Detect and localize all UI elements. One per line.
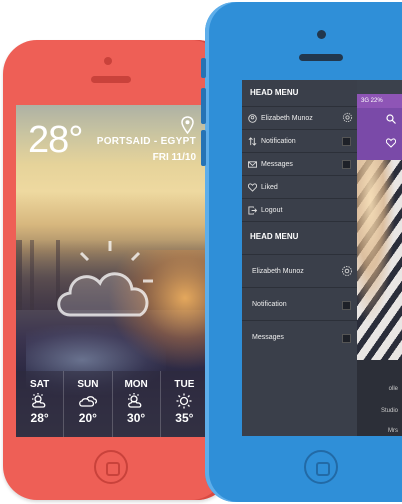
location-label[interactable]: PORTSAID - EGYPT (97, 136, 196, 147)
menu-item-messages[interactable]: Messages (242, 152, 357, 175)
sun-icon (176, 393, 192, 409)
search-icon[interactable] (386, 114, 396, 124)
mute-switch[interactable] (201, 58, 206, 78)
checkbox[interactable] (342, 160, 351, 169)
forecast-day[interactable]: TUE 35° (159, 371, 208, 437)
forecast-temp: 20° (78, 411, 97, 425)
gear-icon[interactable] (342, 112, 353, 123)
menu-item-label: Messages (261, 160, 293, 168)
forecast-day-name: SUN (77, 379, 99, 390)
mail-icon (248, 160, 257, 168)
menu-section-title: HEAD MENU (242, 221, 357, 254)
forecast-day-name: MON (124, 379, 148, 390)
blue-phone: HEAD MENU Elizabeth Munoz Notification M… (201, 2, 402, 502)
red-phone: 28° PORTSAID - EGYPT FRI 11/10 SAT 28° S… (3, 40, 231, 500)
heart-icon[interactable] (386, 138, 396, 148)
logout-icon (248, 205, 257, 215)
heart-icon (248, 182, 257, 192)
home-button[interactable] (94, 450, 128, 484)
forecast-day[interactable]: MON 30° (111, 371, 160, 437)
forecast-day[interactable]: SUN 20° (63, 371, 111, 437)
earpiece-speaker (91, 76, 131, 83)
front-camera (104, 57, 112, 65)
toolbar (357, 108, 402, 160)
sun-cloud-icon (128, 393, 142, 408)
caption-text: olle (388, 386, 398, 392)
menu-item-label: Elizabeth Munoz (261, 114, 313, 122)
menu-screen: HEAD MENU Elizabeth Munoz Notification M… (242, 80, 402, 436)
side-menu: HEAD MENU Elizabeth Munoz Notification M… (242, 80, 357, 436)
caption-text: Studio (380, 408, 398, 414)
sun-cloud-icon (31, 393, 46, 408)
forecast-day[interactable]: SAT 28° (16, 371, 63, 437)
earpiece-speaker (299, 54, 343, 61)
forecast-temp: 35° (175, 411, 194, 425)
forecast-day-name: SAT (29, 379, 50, 390)
user-icon (248, 113, 257, 123)
menu-item-notification[interactable]: Notification (242, 287, 357, 320)
menu-item-logout[interactable]: Logout (242, 198, 357, 221)
menu-item-profile[interactable]: Elizabeth Munoz (242, 106, 357, 129)
menu-section-title: HEAD MENU (250, 88, 299, 97)
menu-item-label: Elizabeth Munoz (252, 267, 304, 275)
volume-down-button[interactable] (201, 130, 206, 166)
forecast-temp: 30° (127, 411, 146, 425)
status-bar: 3G 22% (357, 94, 402, 108)
menu-item-label: Logout (261, 206, 283, 214)
gear-icon[interactable] (341, 265, 353, 277)
caption-text: Mrs (388, 428, 398, 434)
menu-item-liked[interactable]: Liked (242, 175, 357, 198)
forecast-temp: 28° (30, 411, 49, 425)
menu-item-messages[interactable]: Messages (242, 320, 357, 353)
profile-photo (357, 160, 402, 360)
cloud-icon (78, 396, 97, 407)
home-button[interactable] (304, 450, 338, 484)
front-camera (317, 30, 326, 39)
forecast-day-name: TUE (174, 379, 195, 390)
swap-icon (248, 136, 257, 146)
weather-screen: 28° PORTSAID - EGYPT FRI 11/10 SAT 28° S… (16, 105, 208, 437)
date-label: FRI 11/10 (152, 152, 196, 163)
checkbox[interactable] (342, 137, 351, 146)
current-temperature: 28° (28, 119, 83, 161)
menu-item-label: Notification (252, 300, 287, 308)
menu-item-label: Liked (261, 183, 278, 191)
forecast-strip: SAT 28° SUN 20° MON 30° TUE 35° (16, 371, 208, 437)
location-pin-icon[interactable] (181, 116, 194, 134)
menu-item-profile[interactable]: Elizabeth Munoz (242, 254, 357, 287)
photo-caption-area: olle Studio Mrs (357, 360, 402, 436)
content-pane: 3G 22% olle Studio Mrs (357, 94, 402, 436)
menu-item-label: Notification (261, 137, 296, 145)
menu-item-label: Messages (252, 333, 284, 341)
cloud-icon (57, 241, 153, 317)
checkbox[interactable] (342, 334, 351, 343)
menu-item-notification[interactable]: Notification (242, 129, 357, 152)
volume-up-button[interactable] (201, 88, 206, 124)
checkbox[interactable] (342, 301, 351, 310)
